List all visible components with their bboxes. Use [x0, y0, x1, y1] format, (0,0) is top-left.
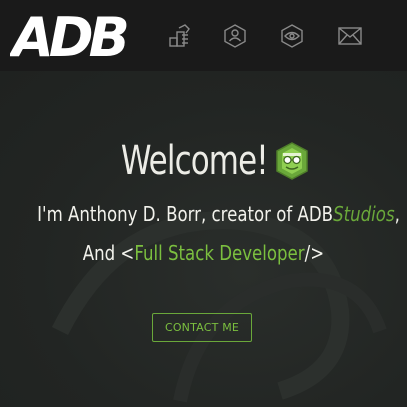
intro-suffix: ,	[394, 202, 400, 226]
eye-hexagon-icon[interactable]	[278, 22, 306, 50]
welcome-heading: Welcome!	[0, 133, 407, 189]
intro-line: I'm Anthony D. Borr, creator of ADBStudi…	[0, 202, 407, 232]
role-suffix: />	[304, 241, 325, 265]
envelope-icon[interactable]	[336, 22, 364, 50]
adb-logo[interactable]: ADB	[10, 4, 132, 64]
welcome-text: Welcome!	[121, 138, 269, 184]
svg-text:ADB: ADB	[10, 6, 127, 64]
hero-section: Welcome! I'm Anthony D. Borr, creator of…	[0, 71, 407, 407]
intro-prefix: I'm Anthony D. Borr, creator of ADB	[37, 202, 334, 226]
navbar: ADB	[0, 0, 407, 71]
contact-me-button[interactable]: CONTACT ME	[152, 313, 252, 342]
tools-icon[interactable]	[165, 22, 193, 50]
role-title: Full Stack Developer	[134, 241, 305, 265]
robot-mascot-icon	[276, 142, 308, 180]
background-swirl-decoration	[51, 211, 387, 403]
role-line: And <Full Stack Developer/>	[0, 241, 407, 271]
studios-highlight: Studios	[333, 202, 395, 226]
role-prefix: And <	[82, 241, 135, 265]
person-hexagon-icon[interactable]	[221, 22, 249, 50]
